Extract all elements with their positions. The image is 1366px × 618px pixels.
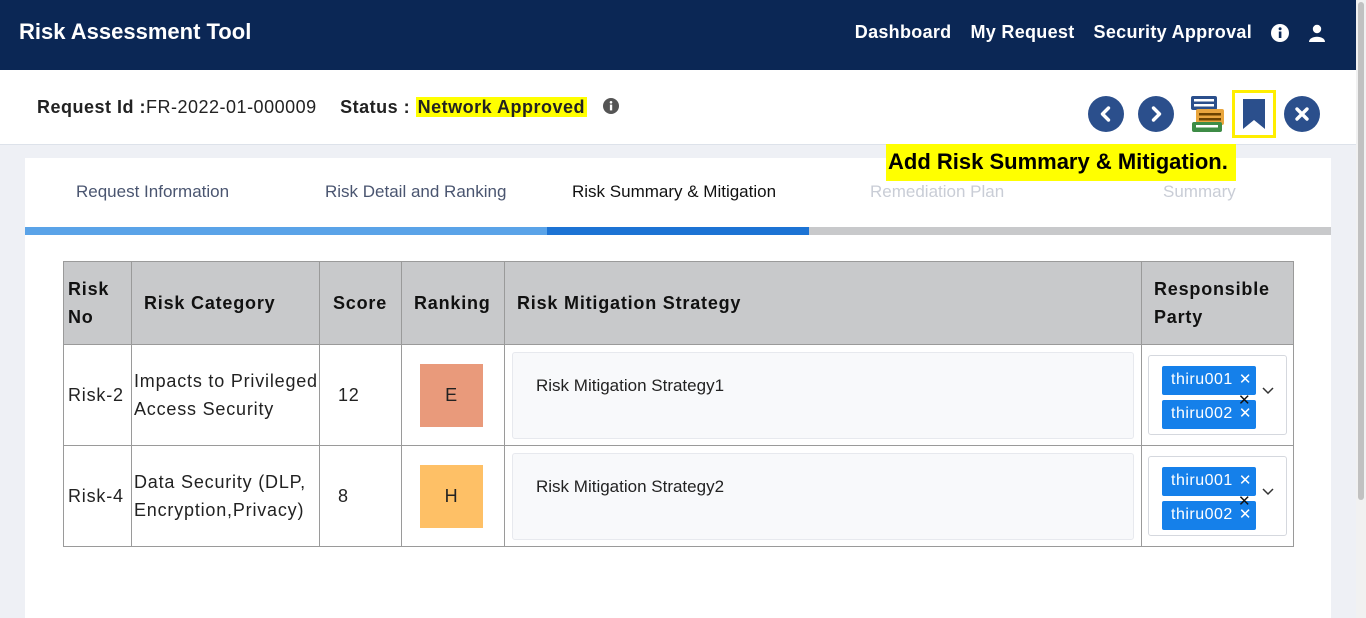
ranking-cell: H	[401, 445, 505, 547]
nav-links: Dashboard My Request Security Approval	[836, 22, 1326, 43]
table-row: Risk-2 Impacts to Privileged Access Secu…	[63, 344, 1294, 446]
header-risk-category: Risk Category	[131, 261, 320, 345]
request-info: Request Id :FR-2022-01-000009 Status : N…	[37, 97, 619, 119]
score-cell: 12	[319, 344, 402, 446]
add-risk-summary-button[interactable]	[1232, 90, 1276, 138]
close-button[interactable]	[1284, 96, 1320, 132]
close-icon	[1295, 107, 1309, 121]
party-cell: thiru001 ✕ thiru002 ✕ ✕	[1141, 445, 1294, 547]
nav-security-approval[interactable]: Security Approval	[1094, 22, 1252, 43]
party-chip-label: thiru002	[1171, 506, 1233, 523]
progress-done	[25, 227, 547, 235]
strategy-cell: Risk Mitigation Strategy1	[504, 344, 1142, 446]
risk-category-cell: Data Security (DLP, Encryption,Privacy)	[131, 445, 320, 547]
request-id-label: Request Id :	[37, 97, 147, 117]
request-header: Request Id :FR-2022-01-000009 Status : N…	[0, 70, 1356, 145]
header-ranking: Ranking	[401, 261, 505, 345]
nav-my-request[interactable]: My Request	[970, 22, 1074, 43]
header-risk-mitigation-strategy: Risk Mitigation Strategy	[504, 261, 1142, 345]
risk-no-cell: Risk-4	[63, 445, 132, 547]
party-chip-label: thiru002	[1171, 405, 1233, 422]
status-label: Status :	[340, 97, 411, 117]
header-responsible-party: Responsible Party	[1141, 261, 1294, 345]
request-id-value: FR-2022-01-000009	[146, 97, 317, 117]
clear-icon[interactable]: ✕	[1238, 488, 1251, 516]
progress-todo	[809, 227, 1331, 235]
next-icon	[1151, 106, 1162, 122]
top-nav: Risk Assessment Tool Dashboard My Reques…	[0, 0, 1356, 70]
strategy-textarea[interactable]: Risk Mitigation Strategy1	[512, 351, 1134, 439]
tab-summary[interactable]: Summary	[1163, 182, 1236, 202]
next-button[interactable]	[1138, 96, 1174, 132]
score-cell: 8	[319, 445, 402, 547]
tab-risk-detail-ranking[interactable]: Risk Detail and Ranking	[325, 182, 506, 202]
nav-dashboard[interactable]: Dashboard	[855, 22, 952, 43]
status-info-icon[interactable]	[602, 97, 619, 119]
header-score: Score	[319, 261, 402, 345]
page-scrollbar[interactable]	[1356, 0, 1366, 618]
tab-risk-summary-mitigation[interactable]: Risk Summary & Mitigation	[572, 182, 776, 202]
table-header-row: Risk No Risk Category Score Ranking Risk…	[63, 261, 1294, 345]
scrollbar-thumb[interactable]	[1358, 2, 1364, 500]
risk-category-cell: Impacts to Privileged Access Security	[131, 344, 320, 446]
forms-icon	[1191, 96, 1224, 132]
chevron-down-icon[interactable]	[1261, 386, 1275, 396]
user-icon[interactable]	[1308, 24, 1326, 42]
chip-remove-icon[interactable]: ✕	[1239, 472, 1252, 489]
party-cell: thiru001 ✕ thiru002 ✕ ✕	[1141, 344, 1294, 446]
prev-button[interactable]	[1088, 96, 1124, 132]
clear-icon[interactable]: ✕	[1238, 387, 1251, 415]
tab-remediation-plan[interactable]: Remediation Plan	[870, 182, 1004, 202]
strategy-textarea[interactable]: Risk Mitigation Strategy2	[512, 452, 1134, 540]
app-title: Risk Assessment Tool	[19, 19, 252, 44]
progress-active	[547, 227, 809, 235]
info-icon[interactable]	[1271, 23, 1289, 42]
forms-button[interactable]	[1188, 94, 1228, 134]
table-row: Risk-4 Data Security (DLP, Encryption,Pr…	[63, 445, 1294, 547]
main-card: Request Information Risk Detail and Rank…	[25, 158, 1331, 618]
ranking-cell: E	[401, 344, 505, 446]
risk-table: Risk No Risk Category Score Ranking Risk…	[63, 261, 1294, 547]
strategy-cell: Risk Mitigation Strategy2	[504, 445, 1142, 547]
party-chip-label: thiru001	[1171, 472, 1233, 489]
status-value: Network Approved	[415, 97, 588, 117]
bookmark-icon	[1243, 99, 1265, 129]
ranking-badge: H	[420, 464, 483, 528]
action-toolbar	[1088, 90, 1320, 138]
party-chip-label: thiru001	[1171, 371, 1233, 388]
ranking-badge: E	[420, 363, 483, 427]
chevron-down-icon[interactable]	[1261, 487, 1275, 497]
header-risk-no: Risk No	[63, 261, 132, 345]
responsible-party-select[interactable]: thiru001 ✕ thiru002 ✕ ✕	[1148, 355, 1287, 435]
prev-icon	[1100, 106, 1111, 122]
add-risk-summary-tooltip: Add Risk Summary & Mitigation.	[886, 144, 1236, 181]
risk-no-cell: Risk-2	[63, 344, 132, 446]
chip-remove-icon[interactable]: ✕	[1239, 371, 1252, 388]
responsible-party-select[interactable]: thiru001 ✕ thiru002 ✕ ✕	[1148, 456, 1287, 536]
tab-request-information[interactable]: Request Information	[76, 182, 229, 202]
